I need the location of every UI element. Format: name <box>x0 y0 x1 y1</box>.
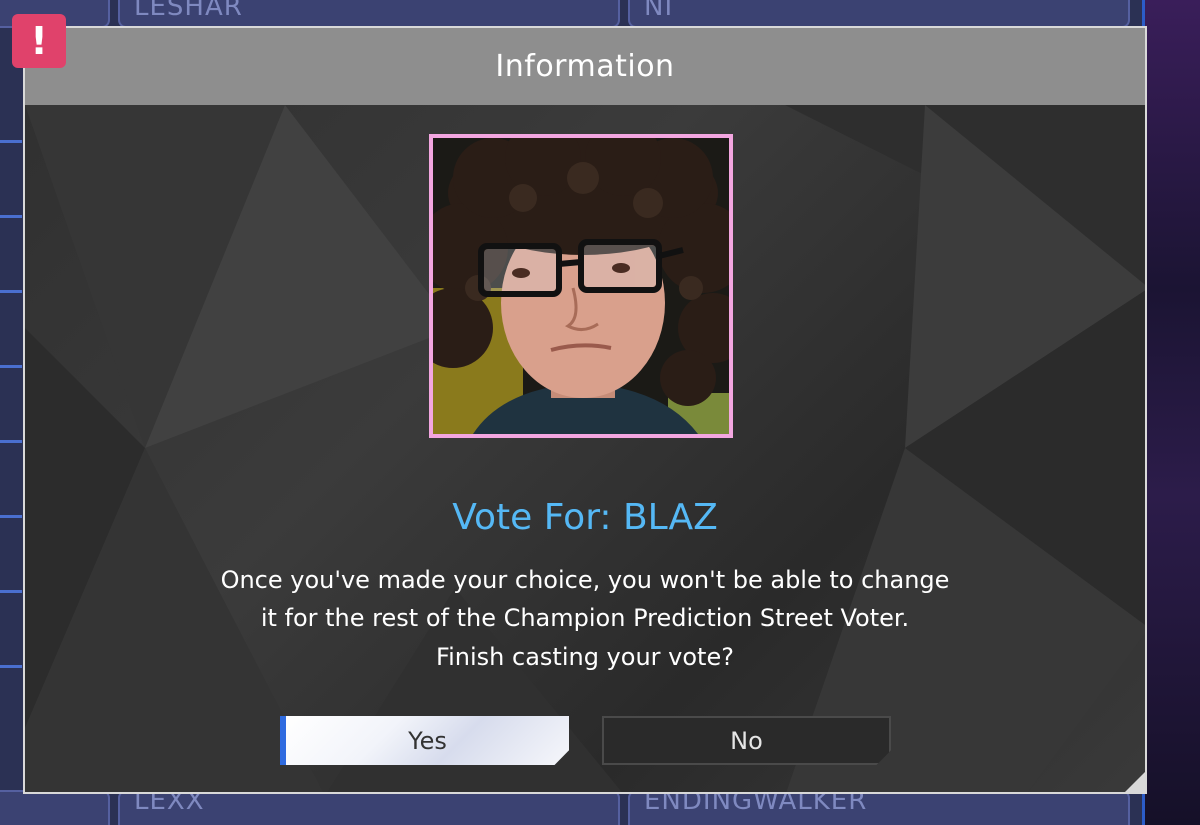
background-tile <box>0 790 110 825</box>
alert-icon: ! <box>12 14 66 68</box>
message-line-1: Once you've made your choice, you won't … <box>220 566 950 594</box>
player-portrait-photo <box>433 138 729 434</box>
background-tile-name: LESHAR <box>134 0 243 22</box>
background-stripe <box>0 215 22 218</box>
background-tile: NI <box>628 0 1130 28</box>
yes-button[interactable]: Yes <box>280 716 569 765</box>
background-tile-name: NI <box>644 0 674 22</box>
game-screen: LESHAR NI LEXX ENDINGWALKER ! Informatio… <box>0 0 1200 825</box>
yes-button-label: Yes <box>408 726 447 755</box>
background-stripe <box>0 440 22 443</box>
background-stripe <box>0 290 22 293</box>
message-line-3: Finish casting your vote? <box>436 643 734 671</box>
no-button[interactable]: No <box>602 716 891 765</box>
background-tile: LESHAR <box>118 0 620 28</box>
vote-title: Vote For: BLAZ <box>452 497 718 538</box>
background-side-art <box>1145 0 1200 825</box>
dialog-title: Information <box>495 49 675 84</box>
message-line-2: it for the rest of the Champion Predicti… <box>260 604 910 632</box>
no-button-label: No <box>730 726 763 755</box>
background-stripe <box>0 140 22 143</box>
background-tile: ENDINGWALKER <box>628 786 1130 825</box>
background-tile: LEXX <box>118 786 620 825</box>
player-portrait <box>429 134 733 438</box>
dialog-header: Information <box>25 28 1145 105</box>
background-stripe <box>0 365 22 368</box>
